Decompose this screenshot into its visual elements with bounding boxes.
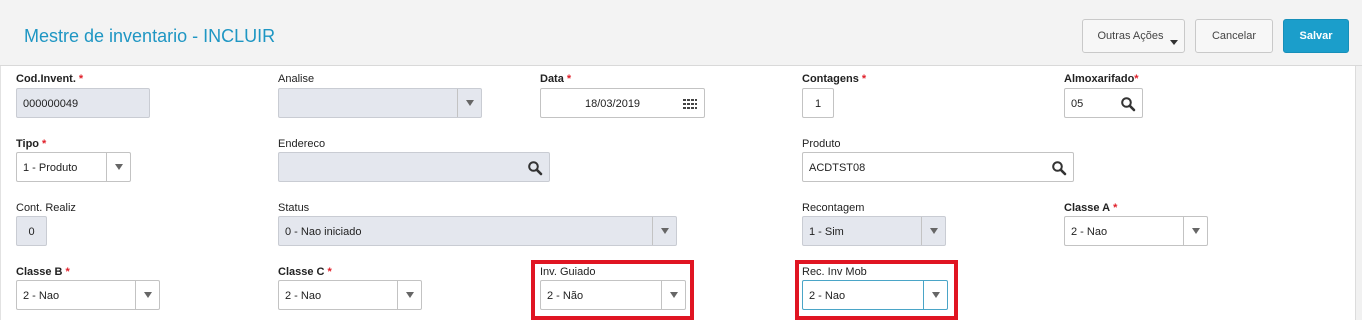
cancel-button[interactable]: Cancelar <box>1195 19 1273 53</box>
classe-c-select[interactable]: 2 - Nao <box>278 280 422 310</box>
tipo-label: Tipo * <box>16 138 47 150</box>
analise-label: Analise <box>278 73 315 85</box>
data-label: Data * <box>540 73 572 85</box>
tipo-select[interactable]: 1 - Produto <box>16 152 131 182</box>
contagens-value: 1 <box>814 98 822 110</box>
cont-realiz-label: Cont. Realiz <box>16 202 76 214</box>
almoxarifado-field[interactable]: 05 <box>1064 88 1143 118</box>
dropdown-arrow-icon <box>106 153 130 181</box>
classe-c-value: 2 - Nao <box>285 290 322 302</box>
recontagem-select: 1 - Sim <box>802 216 946 246</box>
endereco-field <box>278 152 550 182</box>
search-icon <box>528 161 543 176</box>
almoxarifado-label: Almoxarifado* <box>1064 73 1139 85</box>
outras-acoes-button[interactable]: Outras Ações <box>1082 19 1185 53</box>
caret-down-icon <box>1170 40 1178 45</box>
endereco-label: Endereco <box>278 138 326 150</box>
cont-realiz-value: 0 <box>28 226 35 238</box>
data-field[interactable]: 18/03/2019 <box>540 88 705 118</box>
contagens-field[interactable]: 1 <box>802 88 834 118</box>
search-icon[interactable] <box>1051 160 1067 176</box>
status-label: Status <box>278 202 310 214</box>
page-header: Mestre de inventario - INCLUIR Outras Aç… <box>0 0 1362 66</box>
scrollbar-edge[interactable] <box>1355 66 1362 320</box>
recontagem-value: 1 - Sim <box>809 226 844 238</box>
app-window: Mestre de inventario - INCLUIR Outras Aç… <box>0 0 1362 320</box>
classe-b-select[interactable]: 2 - Nao <box>16 280 160 310</box>
inv-guiado-label: Inv. Guiado <box>540 266 596 278</box>
dropdown-arrow-icon <box>661 281 685 309</box>
recontagem-label: Recontagem <box>802 202 865 214</box>
calendar-icon[interactable] <box>682 96 698 112</box>
almoxarifado-value: 05 <box>1071 98 1084 110</box>
classe-a-label: Classe A * <box>1064 202 1118 214</box>
save-button[interactable]: Salvar <box>1283 19 1349 53</box>
cod-invent-value: 000000049 <box>23 98 79 110</box>
produto-value: ACDTST08 <box>809 162 866 174</box>
dropdown-arrow-icon <box>397 281 421 309</box>
contagens-label: Contagens * <box>802 73 867 85</box>
inv-guiado-value: 2 - Não <box>547 290 584 302</box>
page-title: Mestre de inventario - INCLUIR <box>24 26 276 46</box>
produto-field[interactable]: ACDTST08 <box>802 152 1074 182</box>
dropdown-arrow-icon <box>652 217 676 245</box>
classe-b-label: Classe B * <box>16 266 70 278</box>
status-value: 0 - Nao iniciado <box>285 226 362 238</box>
inv-guiado-select[interactable]: 2 - Não <box>540 280 686 310</box>
analise-select <box>278 88 482 118</box>
produto-label: Produto <box>802 138 841 150</box>
status-select: 0 - Nao iniciado <box>278 216 677 246</box>
rec-inv-mob-value: 2 - Nao <box>809 290 846 302</box>
dropdown-arrow-icon <box>135 281 159 309</box>
classe-a-value: 2 - Nao <box>1071 226 1108 238</box>
outras-acoes-label: Outras Ações <box>1097 30 1164 42</box>
rec-inv-mob-select[interactable]: 2 - Nao <box>802 280 948 310</box>
cod-invent-label: Cod.Invent. * <box>16 73 84 85</box>
dropdown-arrow-icon <box>921 217 945 245</box>
cont-realiz-field: 0 <box>16 216 47 246</box>
data-value: 18/03/2019 <box>585 98 641 110</box>
classe-c-label: Classe C * <box>278 266 332 278</box>
dropdown-arrow-icon <box>457 89 481 117</box>
classe-b-value: 2 - Nao <box>23 290 60 302</box>
classe-a-select[interactable]: 2 - Nao <box>1064 216 1208 246</box>
search-icon[interactable] <box>1120 96 1136 112</box>
cod-invent-field: 000000049 <box>16 88 150 118</box>
rec-inv-mob-label: Rec. Inv Mob <box>802 266 867 278</box>
dropdown-arrow-icon <box>923 281 947 309</box>
tipo-value: 1 - Produto <box>23 162 78 174</box>
dropdown-arrow-icon <box>1183 217 1207 245</box>
